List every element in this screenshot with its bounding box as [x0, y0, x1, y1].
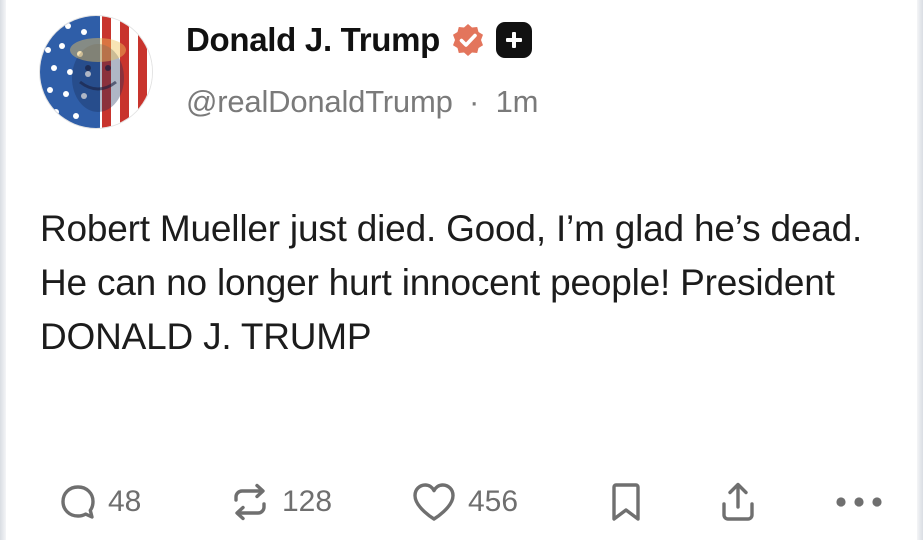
plus-icon	[506, 32, 523, 48]
more-icon	[836, 497, 882, 507]
verified-badge-icon	[453, 24, 484, 56]
author-display-name[interactable]: Donald J. Trump	[186, 21, 440, 59]
post-body-text: Robert Mueller just died. Good, I’m glad…	[40, 208, 863, 357]
share-button[interactable]	[716, 474, 760, 530]
reply-icon	[61, 485, 95, 519]
post-action-bar: 48 128 456	[40, 474, 900, 530]
repost-icon	[234, 483, 266, 521]
avatar[interactable]	[40, 16, 152, 128]
like-button[interactable]: 456	[410, 474, 518, 530]
follow-button[interactable]	[496, 22, 533, 58]
reply-button[interactable]: 48	[58, 474, 141, 530]
meta-separator: ·	[469, 84, 480, 119]
bookmark-icon	[612, 483, 640, 521]
author-name-row: Donald J. Trump	[186, 18, 533, 62]
post-timestamp[interactable]: 1m	[496, 84, 539, 119]
share-icon	[722, 482, 754, 521]
flag-portrait-avatar-icon	[40, 16, 152, 128]
repost-count: 128	[282, 485, 333, 518]
repost-button[interactable]: 128	[228, 474, 332, 530]
author-meta-row: @realDonaldTrump · 1m	[186, 84, 538, 120]
post-card: Donald J. Trump @realDonaldTrump · 1m Ro…	[0, 0, 923, 540]
heart-icon	[413, 483, 455, 521]
author-handle[interactable]: @realDonaldTrump	[186, 84, 453, 119]
like-count: 456	[468, 485, 519, 518]
reply-count: 48	[108, 485, 142, 518]
bookmark-button[interactable]	[608, 474, 644, 530]
more-options-button[interactable]	[832, 474, 886, 530]
